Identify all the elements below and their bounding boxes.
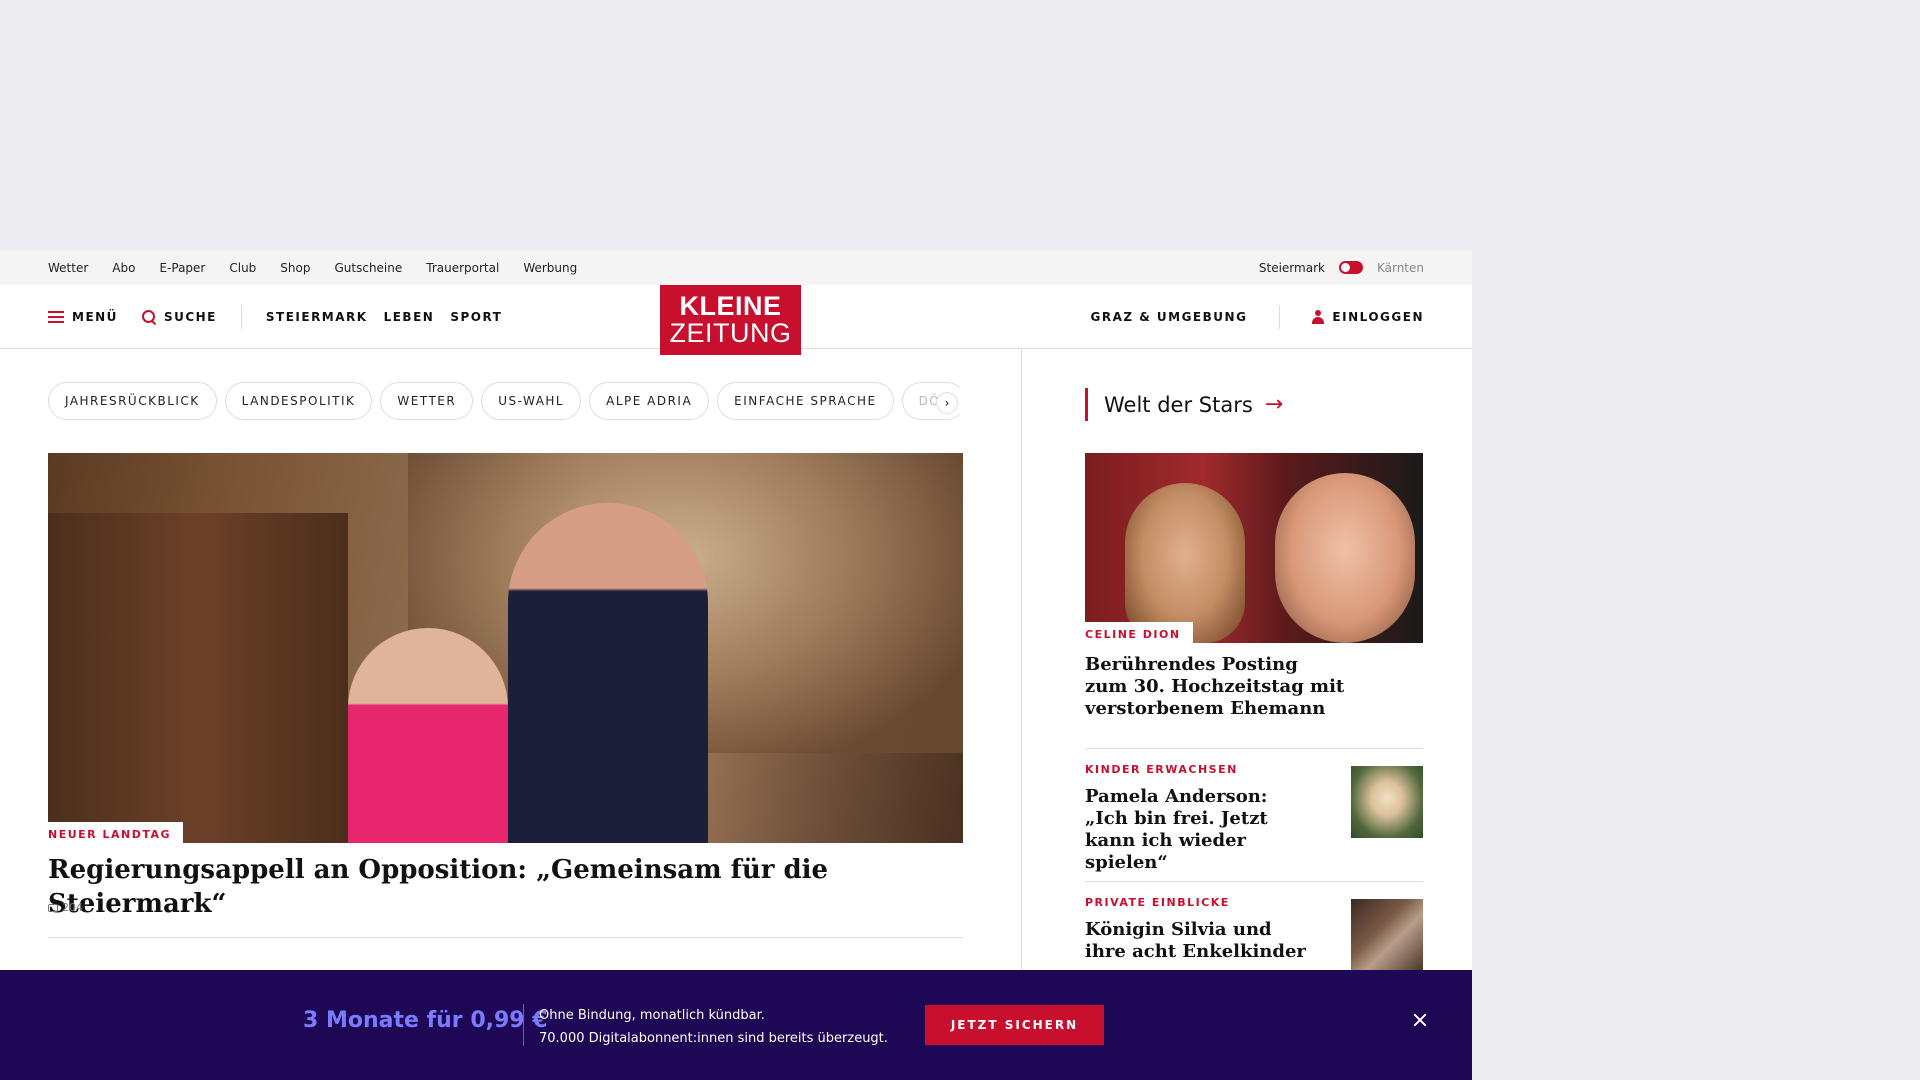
subscription-promo-bar: 3 Monate für 0,99 € Ohne Bindung, monatl… [0,970,1472,1080]
promo-divider [523,1004,524,1046]
utility-bar: Wetter Abo E-Paper Club Shop Gutscheine … [0,250,1472,285]
pill-jahresrueckblick[interactable]: JAHRESRÜCKBLICK [48,382,217,420]
util-link-werbung[interactable]: Werbung [523,261,577,275]
close-icon[interactable] [1410,1010,1430,1030]
promo-line2: 70.000 Digitalabonnent:innen sind bereit… [539,1031,888,1046]
search-label: SUCHE [163,309,217,324]
login-button[interactable]: EINLOGGEN [1312,309,1424,324]
divider [1085,748,1423,749]
header-left: MENÜ SUCHE STEIERMARK LEBEN SPORT [48,304,502,329]
article-kicker: CELINE DION [1085,622,1193,645]
arrow-right-icon: → [1264,391,1284,417]
search-button[interactable]: SUCHE [141,309,217,324]
ad-placeholder [0,0,1920,250]
menu-button[interactable]: MENÜ [48,310,118,324]
pill-alpe-adria[interactable]: ALPE ADRIA [589,382,710,420]
pill-einfache-sprache[interactable]: EINFACHE SPRACHE [717,382,894,420]
header-right: GRAZ & UMGEBUNG EINLOGGEN [1091,304,1425,329]
promo-text: Ohne Bindung, monatlich kündbar. 70.000 … [539,1004,888,1050]
region-kaernten[interactable]: Kärnten [1377,261,1424,275]
comment-count: 204 [62,901,83,914]
hamburger-icon [48,310,64,323]
article-thumbnail[interactable] [1351,766,1423,838]
article-title[interactable]: Königin Silvia und ihre acht Enkelkinder [1085,919,1315,963]
hero-kicker: NEUER LANDTAG [48,822,184,845]
hero-image[interactable] [48,453,963,843]
main-nav: STEIERMARK LEBEN SPORT [266,310,502,324]
util-link-gutscheine[interactable]: Gutscheine [334,261,402,275]
section-title: Welt der Stars [1104,392,1253,417]
article-kicker: KINDER ERWACHSEN [1085,759,1250,780]
util-link-abo[interactable]: Abo [112,261,135,275]
hero-headline[interactable]: Regierungsappell an Opposition: „Gemeins… [48,854,963,922]
divider [1085,881,1423,882]
region-switch: Steiermark Kärnten [1259,261,1424,275]
header-divider-right [1279,304,1281,329]
search-icon [141,309,156,324]
hero-comments[interactable]: 204 [48,901,83,914]
comment-icon [48,903,58,912]
login-label: EINLOGGEN [1332,309,1424,324]
article-thumbnail[interactable] [1351,899,1423,971]
main-header: MENÜ SUCHE STEIERMARK LEBEN SPORT KLEINE… [0,285,1472,355]
article-title[interactable]: Berührendes Posting zum 30. Hochzeitstag… [1085,654,1345,720]
article-title[interactable]: Pamela Anderson: „Ich bin frei. Jetzt ka… [1085,786,1315,874]
article-image-celine-dion[interactable] [1085,453,1423,643]
site-container: Wetter Abo E-Paper Club Shop Gutscheine … [0,250,1472,1080]
logo-line2: ZEITUNG [669,318,792,348]
site-logo[interactable]: KLEINE ZEITUNG [660,285,801,355]
util-link-shop[interactable]: Shop [280,261,310,275]
user-icon [1312,309,1325,324]
pill-wetter[interactable]: WETTER [380,382,474,420]
menu-label: MENÜ [72,309,118,324]
util-link-trauerportal[interactable]: Trauerportal [426,261,499,275]
promo-cta-button[interactable]: JETZT SICHERN [925,1005,1104,1045]
promo-price: 3 Monate für 0,99 € [303,1008,548,1033]
pill-landespolitik[interactable]: LANDESPOLITIK [224,382,373,420]
topic-pills: JAHRESRÜCKBLICK LANDESPOLITIK WETTER US-… [48,382,963,422]
util-link-wetter[interactable]: Wetter [48,261,88,275]
section-header-welt-der-stars[interactable]: Welt der Stars → [1085,388,1283,421]
article-kicker: PRIVATE EINBLICKE [1085,892,1242,913]
nav-sport[interactable]: SPORT [450,310,502,324]
util-link-epaper[interactable]: E-Paper [159,261,205,275]
util-link-club[interactable]: Club [229,261,256,275]
promo-line1: Ohne Bindung, monatlich kündbar. [539,1008,765,1023]
divider [48,937,963,938]
pill-us-wahl[interactable]: US-WAHL [481,382,582,420]
region-steiermark[interactable]: Steiermark [1259,261,1325,275]
region-toggle[interactable] [1338,261,1363,274]
region-link-graz[interactable]: GRAZ & UMGEBUNG [1091,310,1248,324]
header-divider [240,304,242,329]
utility-links: Wetter Abo E-Paper Club Shop Gutscheine … [48,261,577,275]
nav-steiermark[interactable]: STEIERMARK [266,310,368,324]
logo-line1: KLEINE [679,291,782,321]
nav-leben[interactable]: LEBEN [384,310,435,324]
pills-next-button[interactable]: › [936,392,958,414]
